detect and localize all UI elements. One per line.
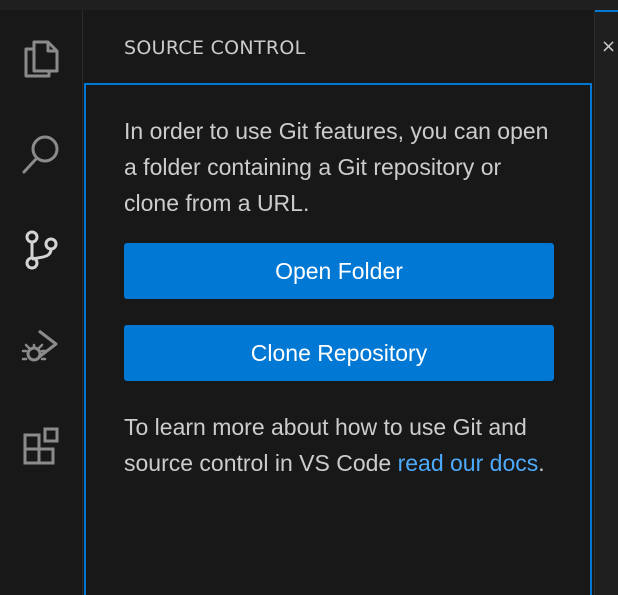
sidebar-header: SOURCE CONTROL <box>84 10 594 82</box>
activity-item-run-debug[interactable] <box>0 314 82 378</box>
learn-more-text: To learn more about how to use Git and s… <box>124 409 554 481</box>
open-folder-button[interactable]: Open Folder <box>124 243 554 299</box>
activity-item-explorer[interactable] <box>0 27 82 91</box>
extensions-icon <box>16 422 66 472</box>
editor-tab-accent <box>595 10 618 12</box>
title-bar-strip <box>0 0 618 10</box>
clone-repository-button[interactable]: Clone Repository <box>124 325 554 381</box>
files-icon <box>16 34 66 84</box>
source-control-icon <box>16 225 66 275</box>
vscode-window: SOURCE CONTROL In order to use Git featu… <box>0 0 618 595</box>
sidebar-title: SOURCE CONTROL <box>124 37 306 59</box>
read-docs-link[interactable]: read our docs <box>398 450 539 476</box>
activity-item-source-control[interactable] <box>0 218 82 282</box>
editor-area-edge: × <box>594 10 618 595</box>
welcome-intro-text: In order to use Git features, you can op… <box>124 118 549 216</box>
close-icon[interactable]: × <box>601 38 616 56</box>
source-control-welcome-panel: In order to use Git features, you can op… <box>84 83 592 595</box>
learn-more-suffix: . <box>538 450 545 476</box>
activity-bar <box>0 10 83 595</box>
activity-item-search[interactable] <box>0 123 82 187</box>
activity-item-extensions[interactable] <box>0 415 82 479</box>
run-debug-icon <box>16 321 66 371</box>
search-icon <box>16 130 66 180</box>
